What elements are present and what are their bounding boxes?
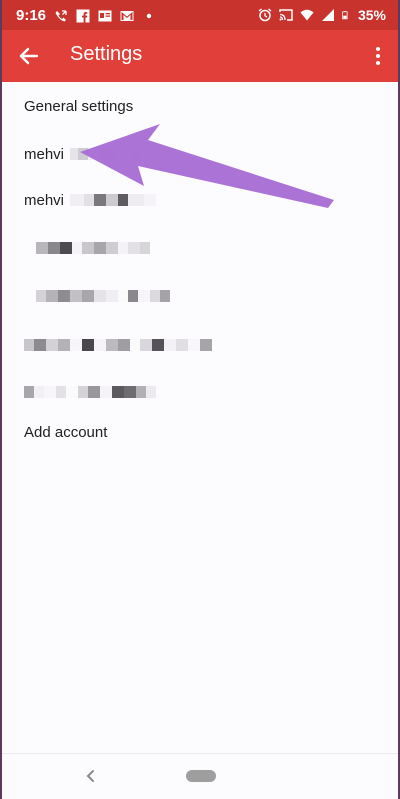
- facebook-icon: [76, 9, 90, 23]
- redacted-email-2: [70, 193, 157, 207]
- redacted-text-5: [24, 338, 212, 352]
- nav-home-pill[interactable]: [186, 770, 216, 782]
- back-button[interactable]: [14, 42, 44, 70]
- alarm-icon: [258, 8, 272, 22]
- arrow-back-icon: [19, 47, 39, 65]
- wifi-icon: [300, 9, 314, 21]
- add-account-label: Add account: [24, 423, 108, 441]
- status-bar: 9:16 35%: [2, 0, 398, 30]
- news-icon: [98, 10, 112, 21]
- nav-back-button[interactable]: [82, 766, 100, 786]
- redacted-email-1: [70, 147, 141, 161]
- system-nav-bar: [2, 753, 398, 799]
- account-name-1: mehvi: [24, 145, 65, 163]
- missed-call-icon: [55, 9, 67, 21]
- status-right: 35%: [258, 7, 386, 23]
- account-item-1[interactable]: mehvi: [24, 134, 384, 174]
- app-bar: Settings: [2, 30, 398, 82]
- cast-icon: [279, 9, 293, 21]
- redacted-account-5[interactable]: [24, 325, 384, 365]
- general-settings-label: General settings: [24, 97, 134, 115]
- redacted-text-4: [36, 289, 170, 303]
- redacted-account-4[interactable]: [24, 276, 384, 316]
- add-account-item[interactable]: Add account: [24, 412, 384, 452]
- account-name-2: mehvi: [24, 191, 65, 209]
- signal-icon: [321, 9, 334, 21]
- more-vert-icon: [376, 47, 380, 65]
- redacted-account-6[interactable]: [24, 372, 384, 412]
- status-left: 9:16: [16, 7, 156, 24]
- general-settings-item[interactable]: General settings: [24, 86, 384, 126]
- account-item-2[interactable]: mehvi: [24, 180, 384, 220]
- redacted-text-6: [24, 385, 156, 399]
- battery-percentage: 35%: [357, 7, 386, 23]
- dot-icon: [146, 13, 152, 18]
- status-time: 9:16: [16, 7, 47, 24]
- page-title: Settings: [70, 43, 143, 65]
- battery-icon: [342, 11, 348, 20]
- redacted-text-3: [36, 241, 150, 255]
- overflow-menu-button[interactable]: [364, 42, 392, 70]
- redacted-account-3[interactable]: [24, 228, 384, 268]
- chevron-left-icon: [86, 770, 94, 782]
- gmail-icon: [120, 10, 134, 21]
- device-screen: 9:16 35% Settings General settings mehvi…: [2, 0, 398, 799]
